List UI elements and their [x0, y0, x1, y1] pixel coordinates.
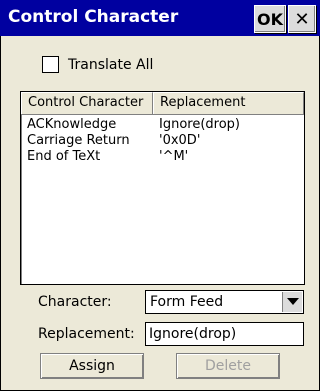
dropdown-arrow-button[interactable] [282, 292, 302, 312]
close-icon: ✕ [294, 8, 310, 30]
row-character: End of TeXt [27, 149, 101, 164]
title-bar: Control Character OK ✕ [0, 0, 320, 36]
translate-all-label[interactable]: Translate All [68, 57, 153, 73]
translate-all-checkbox[interactable] [42, 56, 59, 73]
row-replacement: Ignore(drop) [159, 117, 240, 132]
character-label: Character: [38, 294, 112, 310]
list-header: Control Character Replacement [21, 92, 304, 115]
list-row[interactable]: Carriage Return '0x0D' [21, 133, 304, 149]
chevron-down-icon [286, 298, 299, 305]
list-body: ACKnowledge Ignore(drop) Carriage Return… [21, 115, 304, 165]
list-row[interactable]: End of TeXt '^M' [21, 149, 304, 165]
character-dropdown[interactable]: Form Feed [145, 290, 304, 314]
row-replacement: '0x0D' [159, 133, 201, 148]
ok-button[interactable]: OK [254, 5, 286, 33]
list-row[interactable]: ACKnowledge Ignore(drop) [21, 117, 304, 133]
replacement-value: Ignore(drop) [149, 326, 237, 342]
assign-button[interactable]: Assign [40, 353, 144, 379]
column-header-replacement[interactable]: Replacement [153, 92, 304, 114]
row-character: ACKnowledge [27, 117, 117, 132]
row-character: Carriage Return [27, 133, 130, 148]
delete-button[interactable]: Delete [176, 353, 280, 379]
close-button[interactable]: ✕ [288, 5, 316, 33]
translate-all-row[interactable]: Translate All [42, 56, 153, 73]
window-title: Control Character [8, 7, 179, 27]
replacement-input[interactable]: Ignore(drop) [145, 322, 304, 346]
character-value: Form Feed [150, 294, 224, 310]
replacement-label: Replacement: [38, 326, 135, 342]
control-character-list[interactable]: Control Character Replacement ACKnowledg… [20, 91, 305, 285]
row-replacement: '^M' [159, 149, 189, 164]
column-header-control-character[interactable]: Control Character [21, 92, 153, 114]
